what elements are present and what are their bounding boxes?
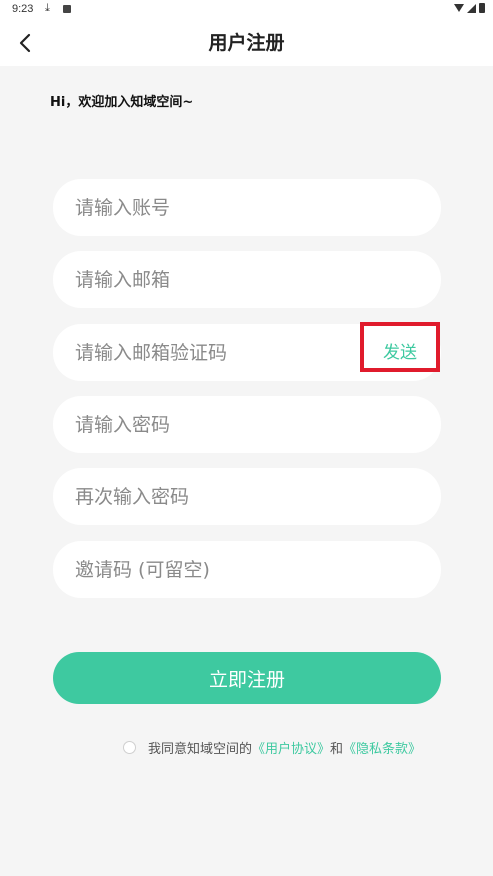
a-icon [63, 5, 71, 13]
email-code-input[interactable] [75, 324, 355, 381]
status-icons [454, 3, 485, 13]
welcome-text: Hi，欢迎加入知域空间~ [50, 95, 194, 110]
page-title: 用户注册 [208, 32, 285, 54]
email-field[interactable] [53, 251, 441, 308]
battery-icon [479, 3, 485, 13]
privacy-policy-link[interactable]: 《隐私条款》 [343, 738, 421, 757]
password-input[interactable] [75, 396, 355, 453]
agreement-prefix: 我同意知域空间的 [148, 742, 253, 757]
agreement-row: 我同意知域空间的 《用户协议》 和 《隐私条款》 [123, 738, 421, 757]
wifi-icon [454, 4, 464, 12]
password-confirm-input[interactable] [75, 468, 355, 525]
user-agreement-link[interactable]: 《用户协议》 [252, 738, 330, 757]
email-code-field[interactable]: 发送 [53, 322, 441, 381]
register-button[interactable]: 立即注册 [53, 652, 441, 704]
signal-icon [467, 3, 476, 13]
password-field[interactable] [53, 396, 441, 453]
app-bar: 用户注册 [0, 20, 493, 66]
email-input[interactable] [75, 251, 355, 308]
agreement-and: 和 [330, 742, 344, 757]
invite-code-field[interactable] [53, 541, 441, 598]
status-time: 9:23 [12, 3, 34, 15]
account-field[interactable] [53, 179, 441, 236]
password-confirm-field[interactable] [53, 468, 441, 525]
send-code-button[interactable]: 发送 [360, 322, 440, 372]
download-icon: ⤓ [45, 2, 50, 14]
agree-radio[interactable] [123, 741, 136, 754]
invite-code-input[interactable] [75, 541, 355, 598]
chevron-left-icon[interactable] [16, 33, 36, 53]
account-input[interactable] [75, 179, 355, 236]
status-bar: 9:23 ⤓ [0, 0, 493, 20]
